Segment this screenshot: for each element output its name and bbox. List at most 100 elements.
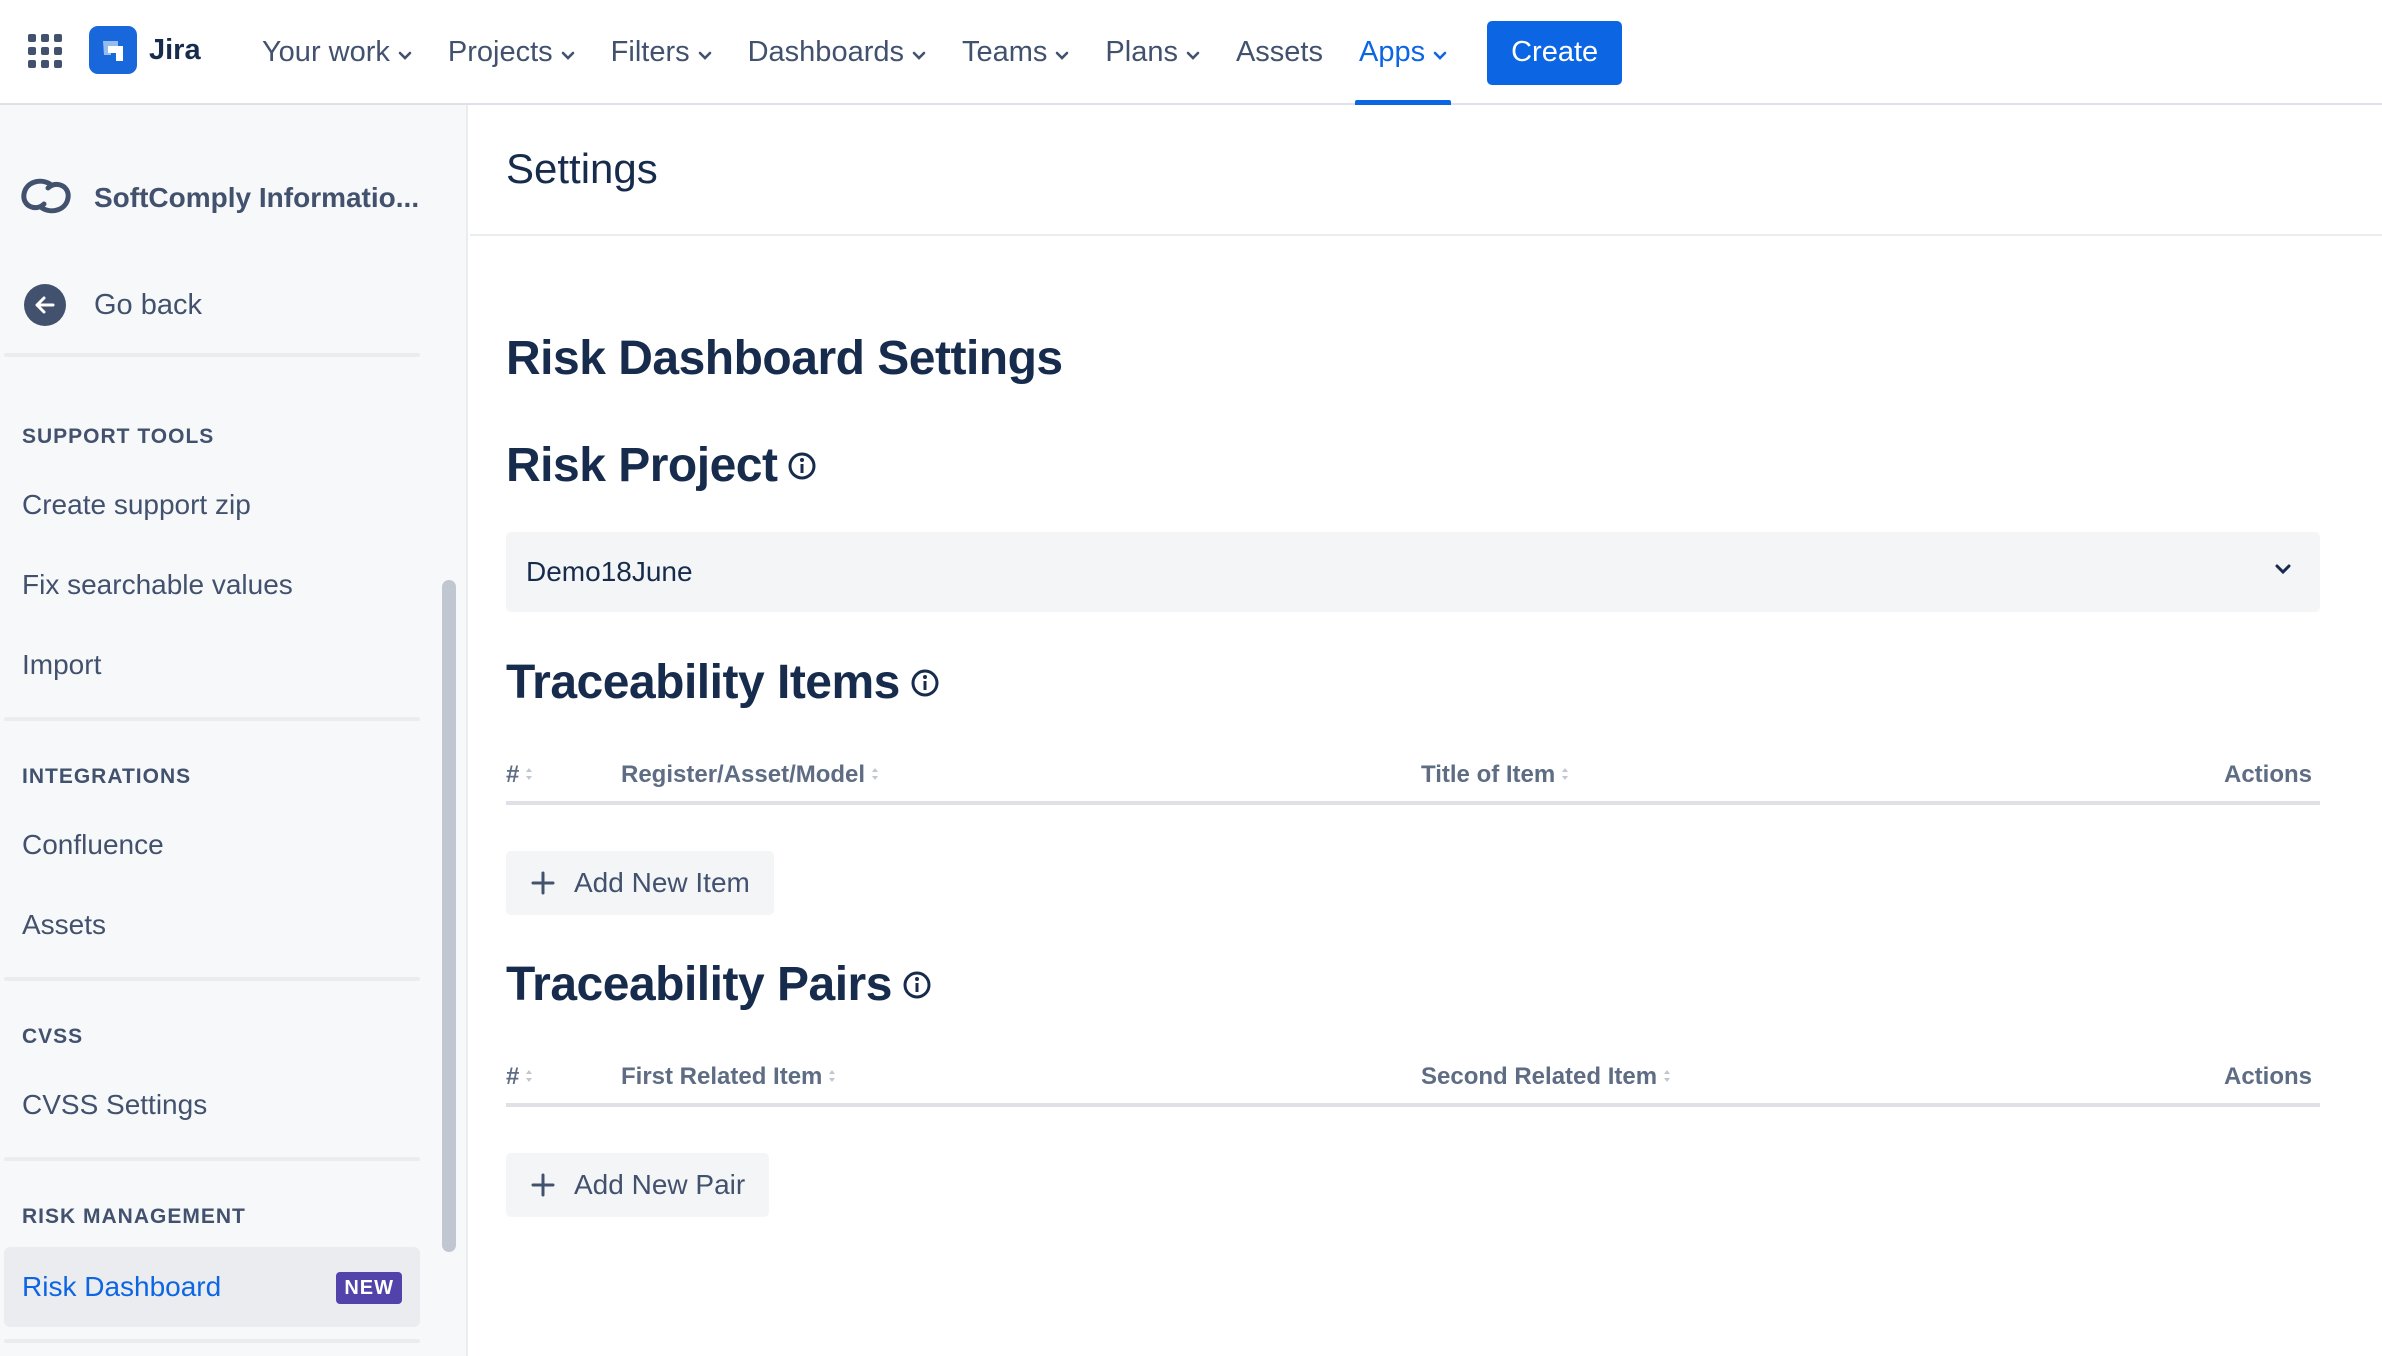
- info-icon[interactable]: [787, 451, 817, 481]
- sidebar-scrollbar[interactable]: [442, 580, 456, 1252]
- nav-label: Apps: [1358, 36, 1426, 68]
- chevron-down-icon: [1433, 36, 1447, 69]
- nav-dashboards[interactable]: Dashboards: [730, 0, 944, 105]
- sort-icon: [870, 761, 880, 789]
- traceability-items-heading: Traceability Items: [506, 655, 940, 710]
- nav-label: Assets: [1235, 36, 1323, 68]
- go-back-label: Go back: [94, 288, 202, 321]
- chevron-down-icon: [1055, 36, 1069, 69]
- nav-projects[interactable]: Projects: [430, 0, 593, 105]
- sort-icon: [1560, 761, 1570, 789]
- section-title-cvss: CVSS: [22, 1025, 84, 1048]
- main-content: Settings Risk Dashboard Settings Risk Pr…: [470, 105, 2382, 1356]
- column-header-actions: Actions: [2223, 761, 2312, 788]
- traceability-pairs-table-header: # First Related Item Second Related Item…: [506, 1057, 2320, 1107]
- column-label: #: [506, 1063, 520, 1090]
- nav-label: Teams: [961, 36, 1048, 68]
- sidebar-divider: [4, 1157, 420, 1161]
- product-name: Jira: [149, 33, 201, 66]
- app-switcher-grid-icon[interactable]: [28, 34, 62, 68]
- traceability-items-title: Traceability Items: [506, 656, 900, 709]
- nav-your-work[interactable]: Your work: [244, 0, 430, 105]
- column-header-register[interactable]: Register/Asset/Model: [621, 761, 880, 789]
- add-new-pair-button[interactable]: Add New Pair: [506, 1153, 770, 1217]
- nav-label: Your work: [262, 36, 390, 68]
- column-header-actions: Actions: [2223, 1063, 2312, 1090]
- sort-icon: [524, 1063, 534, 1091]
- sidebar-item-cvss-settings[interactable]: CVSS Settings: [22, 1089, 207, 1121]
- sort-icon: [1662, 1063, 1672, 1091]
- column-header-first-related-item[interactable]: First Related Item: [621, 1063, 837, 1091]
- selected-project-value: Demo18June: [526, 556, 693, 587]
- column-label: Title of Item: [1421, 761, 1556, 788]
- risk-project-select[interactable]: Demo18June: [506, 532, 2320, 612]
- info-icon[interactable]: [902, 970, 932, 1000]
- nav-teams[interactable]: Teams: [944, 0, 1087, 105]
- nav-label: Filters: [610, 36, 690, 68]
- risk-project-title: Risk Project: [506, 439, 778, 492]
- add-new-pair-label: Add New Pair: [574, 1169, 746, 1200]
- main-nav: Your work Projects Filters Dashboards Te…: [244, 0, 1623, 105]
- nav-apps[interactable]: Apps: [1341, 0, 1465, 105]
- add-new-item-button[interactable]: Add New Item: [506, 851, 774, 915]
- sidebar-item-assets[interactable]: Assets: [22, 909, 106, 941]
- traceability-pairs-title: Traceability Pairs: [506, 958, 892, 1011]
- nav-label: Projects: [447, 36, 553, 68]
- arrow-left-icon: [24, 284, 66, 326]
- sidebar-divider: [4, 977, 420, 981]
- chevron-down-icon: [2274, 562, 2292, 580]
- column-header-number[interactable]: #: [506, 761, 534, 789]
- nav-assets[interactable]: Assets: [1218, 0, 1341, 105]
- nav-label: Dashboards: [747, 36, 904, 68]
- nav-label: Plans: [1105, 36, 1178, 68]
- column-label: #: [506, 761, 520, 788]
- sort-icon: [524, 761, 534, 789]
- jira-logo[interactable]: Jira: [89, 25, 201, 75]
- section-title-support-tools: SUPPORT TOOLS: [22, 425, 215, 448]
- column-header-number[interactable]: #: [506, 1063, 534, 1091]
- sidebar-divider: [4, 1339, 420, 1343]
- sidebar-divider: [4, 717, 420, 721]
- sidebar-divider: [4, 353, 420, 357]
- chevron-down-icon: [912, 36, 926, 69]
- column-label: First Related Item: [621, 1063, 823, 1090]
- softcomply-logo-icon: [20, 176, 72, 221]
- sort-icon: [827, 1063, 837, 1091]
- add-new-item-label: Add New Item: [574, 867, 750, 898]
- sidebar-item-label: Risk Dashboard: [22, 1271, 222, 1302]
- go-back-link[interactable]: Go back: [24, 280, 202, 330]
- column-header-title[interactable]: Title of Item: [1421, 761, 1570, 789]
- chevron-down-icon: [561, 36, 575, 69]
- chevron-down-icon: [698, 36, 712, 69]
- page-title: Settings: [506, 145, 658, 192]
- sidebar-item-fix-searchable-values[interactable]: Fix searchable values: [22, 569, 293, 601]
- plus-icon: [530, 870, 556, 896]
- page-header: Settings: [470, 105, 2382, 236]
- new-badge: NEW: [336, 1272, 402, 1304]
- nav-plans[interactable]: Plans: [1087, 0, 1218, 105]
- sidebar-item-confluence[interactable]: Confluence: [22, 829, 164, 861]
- traceability-pairs-heading: Traceability Pairs: [506, 957, 932, 1012]
- sidebar: SoftComply Informatio... Go back SUPPORT…: [0, 105, 468, 1356]
- section-title-integrations: INTEGRATIONS: [22, 765, 192, 788]
- project-name: SoftComply Informatio...: [94, 182, 420, 213]
- create-button[interactable]: Create: [1487, 20, 1623, 85]
- project-header[interactable]: SoftComply Informatio...: [20, 173, 419, 223]
- section-title-risk-management: RISK MANAGEMENT: [22, 1205, 246, 1228]
- traceability-items-table-header: # Register/Asset/Model Title of Item Act…: [506, 755, 2320, 805]
- chevron-down-icon: [1186, 36, 1200, 69]
- top-navigation-bar: Jira Your work Projects Filters Dashboar…: [0, 0, 2382, 105]
- sidebar-item-import[interactable]: Import: [22, 649, 101, 681]
- sidebar-item-risk-dashboard[interactable]: Risk Dashboard NEW: [4, 1247, 420, 1327]
- info-icon[interactable]: [910, 668, 940, 698]
- settings-heading: Risk Dashboard Settings: [506, 332, 1063, 385]
- plus-icon: [530, 1172, 556, 1198]
- column-label: Register/Asset/Model: [621, 761, 866, 788]
- chevron-down-icon: [398, 36, 412, 69]
- jira-logo-icon: [89, 26, 137, 74]
- nav-filters[interactable]: Filters: [593, 0, 730, 105]
- column-header-second-related-item[interactable]: Second Related Item: [1421, 1063, 1672, 1091]
- sidebar-item-create-support-zip[interactable]: Create support zip: [22, 489, 251, 521]
- column-label: Second Related Item: [1421, 1063, 1658, 1090]
- risk-project-heading: Risk Project: [506, 438, 817, 493]
